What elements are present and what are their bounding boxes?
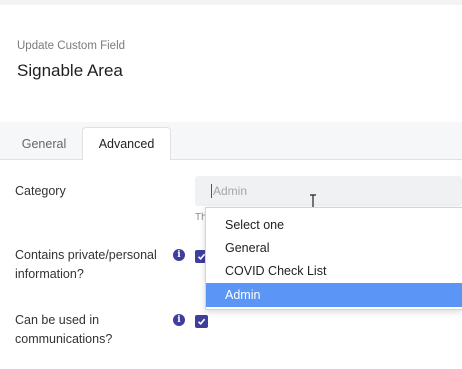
info-icon[interactable]: i bbox=[173, 314, 185, 326]
private-info-label: Contains private/personal information? bbox=[15, 248, 157, 281]
page-subtitle: Update Custom Field bbox=[17, 40, 126, 52]
text-caret bbox=[211, 184, 212, 198]
dropdown-option-select-one[interactable]: Select one bbox=[206, 213, 462, 236]
tab-general[interactable]: General bbox=[10, 127, 78, 160]
dropdown-option-admin[interactable]: Admin bbox=[206, 283, 462, 307]
info-icon[interactable]: i bbox=[173, 249, 185, 261]
category-select[interactable]: Admin bbox=[195, 176, 462, 206]
category-label: Category bbox=[15, 184, 66, 198]
page-title: Signable Area bbox=[17, 61, 123, 80]
check-icon bbox=[197, 318, 206, 325]
communications-checkbox[interactable] bbox=[195, 315, 208, 328]
top-strip bbox=[0, 0, 462, 5]
dropdown-option-covid-check-list[interactable]: COVID Check List bbox=[206, 259, 462, 282]
category-dropdown: Select one General COVID Check List Admi… bbox=[205, 207, 462, 310]
category-select-value: Admin bbox=[213, 184, 248, 198]
communications-label: Can be used in communications? bbox=[15, 313, 113, 346]
dropdown-option-general[interactable]: General bbox=[206, 236, 462, 259]
tab-advanced[interactable]: Advanced bbox=[82, 127, 171, 160]
